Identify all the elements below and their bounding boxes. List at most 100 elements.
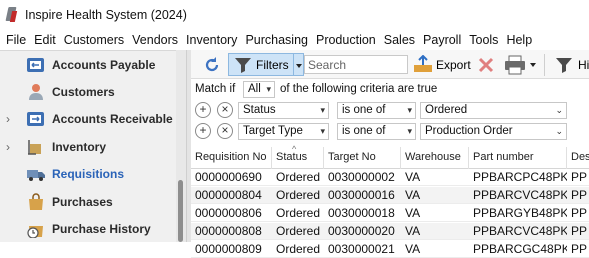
criteria-field-select[interactable]: Status ▾ bbox=[238, 102, 329, 119]
sidebar-item-purchase-history[interactable]: Purchase History bbox=[0, 215, 176, 242]
sidebar-item-requisitions[interactable]: Requisitions bbox=[0, 160, 176, 187]
menu-inventory[interactable]: Inventory bbox=[186, 33, 237, 47]
criteria-operator-select[interactable]: is one of ▾ bbox=[337, 123, 416, 140]
column-header-status[interactable]: Status bbox=[272, 147, 324, 169]
menu-file[interactable]: File bbox=[6, 33, 26, 47]
sidebar-item-customers[interactable]: Customers bbox=[0, 78, 176, 105]
menu-purchasing[interactable]: Purchasing bbox=[245, 33, 308, 47]
sidebar-item-accounts-payable[interactable]: Accounts Payable bbox=[0, 51, 176, 78]
cell-part-number: PPBARCPC48PK bbox=[473, 170, 567, 184]
print-icon[interactable] bbox=[504, 55, 526, 75]
export-icon bbox=[413, 54, 433, 76]
menu-payroll[interactable]: Payroll bbox=[423, 33, 461, 47]
purchase-history-icon bbox=[26, 220, 46, 239]
funnel-icon bbox=[555, 57, 573, 76]
chevron-down-icon: ▾ bbox=[266, 84, 271, 94]
sidebar-item-accounts-receivable[interactable]: › Accounts Receivable bbox=[0, 105, 176, 132]
criteria-row: + × Status ▾ is one of ▾ Ordered ⌄ bbox=[191, 100, 589, 122]
cell-requisition-no: 0000000808 bbox=[195, 224, 262, 238]
chevron-right-icon[interactable]: › bbox=[6, 140, 10, 154]
print-dropdown-icon[interactable] bbox=[528, 56, 538, 74]
menu-vendors[interactable]: Vendors bbox=[132, 33, 178, 47]
export-button[interactable]: Export bbox=[412, 54, 471, 76]
sidebar-item-label: Purchase History bbox=[52, 221, 151, 236]
table-row[interactable]: 0000000690 Ordered 0030000002 VA PPBARCP… bbox=[191, 169, 589, 186]
menu-help[interactable]: Help bbox=[506, 33, 532, 47]
criteria-operator-value: is one of bbox=[342, 125, 386, 137]
cell-part-number: PPBARCVC48PK bbox=[473, 224, 567, 238]
add-criteria-icon[interactable]: + bbox=[195, 123, 211, 139]
table-row[interactable]: 0000000808 Ordered 0030000020 VA PPBARCV… bbox=[191, 223, 589, 240]
menu-tools[interactable]: Tools bbox=[469, 33, 498, 47]
add-criteria-icon[interactable]: + bbox=[195, 102, 211, 118]
criteria-value-text: Ordered bbox=[425, 104, 468, 116]
column-header-requisition-no[interactable]: Requisition No bbox=[191, 147, 272, 169]
chevron-down-icon: ⌄ bbox=[555, 105, 563, 115]
cell-description: PP E bbox=[571, 242, 589, 256]
filters-button[interactable]: Filters bbox=[228, 53, 294, 76]
remove-criteria-icon[interactable]: × bbox=[217, 123, 233, 139]
column-header-warehouse[interactable]: Warehouse bbox=[401, 147, 469, 169]
remove-criteria-icon[interactable]: × bbox=[217, 102, 233, 118]
match-mode-value: All bbox=[248, 83, 261, 95]
chevron-down-icon: ▾ bbox=[320, 105, 325, 115]
criteria-operator-select[interactable]: is one of ▾ bbox=[337, 102, 416, 119]
sidebar-item-label: Accounts Receivable bbox=[52, 111, 173, 126]
table-row[interactable]: 0000000804 Ordered 0030000016 VA PPBARCV… bbox=[191, 187, 589, 204]
cell-requisition-no: 0000000809 bbox=[195, 242, 262, 256]
requisitions-icon bbox=[26, 165, 46, 183]
search-input[interactable] bbox=[304, 55, 408, 74]
cell-description: PP E bbox=[571, 188, 589, 202]
chevron-down-icon: ▾ bbox=[407, 105, 412, 115]
cell-status: Ordered bbox=[276, 206, 321, 220]
menu-edit[interactable]: Edit bbox=[34, 33, 56, 47]
refresh-icon[interactable] bbox=[203, 56, 221, 74]
menu-sales[interactable]: Sales bbox=[384, 33, 415, 47]
criteria-field-value: Target Type bbox=[243, 125, 303, 137]
filters-label: Filters bbox=[256, 58, 289, 72]
criteria-field-select[interactable]: Target Type ▾ bbox=[238, 123, 329, 140]
sidebar-scrollbar[interactable] bbox=[176, 50, 186, 242]
sidebar: Accounts Payable Customers › Accounts Re… bbox=[0, 50, 186, 242]
hide-filters-button[interactable]: Hi bbox=[553, 56, 589, 74]
cell-target-no: 0030000020 bbox=[328, 224, 395, 238]
match-mode-select[interactable]: All ▾ bbox=[243, 81, 275, 98]
cell-part-number: PPBARCGC48PK bbox=[473, 242, 567, 256]
cell-warehouse: VA bbox=[405, 242, 421, 256]
cell-warehouse: VA bbox=[405, 170, 421, 184]
chevron-down-icon: ⌄ bbox=[555, 126, 563, 136]
cell-part-number: PPBARGYB48PK bbox=[473, 206, 567, 220]
table-row[interactable]: 0000000806 Ordered 0030000018 VA PPBARGY… bbox=[191, 205, 589, 222]
title-bar: Inspire Health System (2024) bbox=[0, 0, 589, 30]
cell-warehouse: VA bbox=[405, 224, 421, 238]
sidebar-item-label: Customers bbox=[52, 84, 115, 99]
criteria-value-select[interactable]: Production Order ⌄ bbox=[420, 123, 567, 140]
chevron-down-icon: ▾ bbox=[407, 126, 412, 136]
app-logo-icon bbox=[5, 7, 19, 23]
sort-ascending-icon: ^ bbox=[292, 144, 297, 154]
toolbar: Filters Export Hi bbox=[191, 50, 589, 79]
sidebar-item-inventory[interactable]: › Inventory bbox=[0, 133, 176, 160]
column-header-description[interactable]: Desc bbox=[567, 147, 589, 169]
cell-status: Ordered bbox=[276, 170, 321, 184]
criteria-value-text: Production Order bbox=[425, 125, 513, 137]
cell-description: PP E bbox=[571, 170, 589, 184]
column-header-part-number[interactable]: Part number bbox=[469, 147, 567, 169]
sidebar-item-label: Purchases bbox=[52, 194, 113, 209]
sidebar-scrollbar-thumb[interactable] bbox=[178, 180, 183, 242]
cell-status: Ordered bbox=[276, 188, 321, 202]
menu-production[interactable]: Production bbox=[316, 33, 376, 47]
toolbar-separator bbox=[544, 54, 545, 76]
sidebar-item-purchases[interactable]: Purchases bbox=[0, 188, 176, 215]
filters-dropdown-button[interactable] bbox=[294, 53, 304, 76]
criteria-value-select[interactable]: Ordered ⌄ bbox=[420, 102, 567, 119]
cell-warehouse: VA bbox=[405, 188, 421, 202]
delete-icon[interactable] bbox=[477, 56, 495, 74]
accounts-payable-icon bbox=[26, 56, 46, 74]
table-row[interactable]: 0000000809 Ordered 0030000021 VA PPBARCG… bbox=[191, 241, 589, 258]
column-header-target-no[interactable]: Target No bbox=[324, 147, 401, 169]
sidebar-item-label: Accounts Payable bbox=[52, 57, 156, 72]
chevron-down-icon: ▾ bbox=[320, 126, 325, 136]
chevron-right-icon[interactable]: › bbox=[6, 112, 10, 126]
menu-customers[interactable]: Customers bbox=[64, 33, 124, 47]
